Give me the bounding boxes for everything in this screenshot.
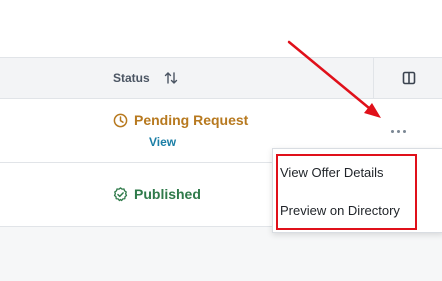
columns-toggle-button[interactable] <box>373 58 442 98</box>
more-horizontal-icon-dot <box>402 129 406 133</box>
menu-item-preview-on-directory[interactable]: Preview on Directory <box>280 203 400 218</box>
clock-icon <box>113 113 128 127</box>
status-text: Published <box>134 186 201 202</box>
more-horizontal-icon-dot <box>396 129 400 133</box>
more-actions-button[interactable] <box>378 120 418 142</box>
screen: Status Pending Request View Published Vi… <box>0 0 442 281</box>
check-badge-icon <box>113 186 128 201</box>
more-horizontal-icon <box>390 129 394 133</box>
table-header: Status <box>0 58 442 99</box>
sort-arrows-icon[interactable] <box>164 71 178 85</box>
status-badge-pending: Pending Request <box>113 112 248 128</box>
status-text: Pending Request <box>134 112 249 128</box>
row-actions-menu: View Offer Details Preview on Directory <box>272 148 442 233</box>
status-column-label: Status <box>113 71 150 85</box>
status-badge-published: Published <box>113 186 201 202</box>
status-column-header: Status <box>113 58 178 98</box>
top-panel <box>0 0 442 58</box>
view-link[interactable]: View <box>149 135 176 149</box>
columns-toggle-icon <box>402 71 415 85</box>
menu-item-view-offer-details[interactable]: View Offer Details <box>280 165 384 180</box>
sort-arrows-glyph <box>164 72 177 84</box>
